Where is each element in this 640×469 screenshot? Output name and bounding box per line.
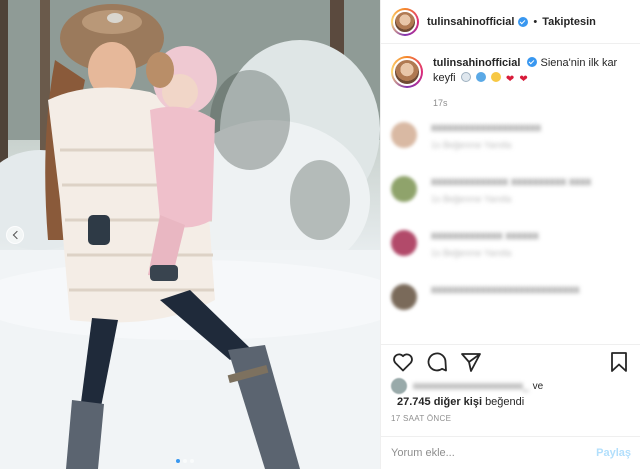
following-button[interactable]: Takiptesin <box>542 16 596 28</box>
carousel-dot <box>176 459 180 463</box>
post-actions-bar <box>381 344 640 378</box>
comment-meta: 1s Beğenme Yanıtla <box>431 140 512 150</box>
snowman-icon <box>460 72 471 82</box>
avatar[interactable] <box>391 284 417 310</box>
caption-time[interactable]: 17s <box>433 98 640 108</box>
carousel-indicator <box>176 459 194 463</box>
likes-count-link[interactable]: 27.745 diğer kişi <box>397 396 482 408</box>
avatar[interactable] <box>391 230 417 256</box>
verified-badge-icon <box>518 16 529 27</box>
share-icon <box>461 352 481 372</box>
comment-username[interactable]: xxxxxxxxxxxxxxxxxxxx <box>431 122 541 134</box>
comment-text: xxxxxx <box>505 230 539 242</box>
post-caption: tulinsahinofficial Siena'nin ilk kar key… <box>381 44 640 88</box>
carousel-dot <box>183 459 187 463</box>
comment-username[interactable]: xxxxxxxxxxxxxx <box>431 176 508 188</box>
username-link[interactable]: tulinsahinofficial <box>427 16 514 28</box>
post-timestamp[interactable]: 17 SAAT ÖNCE <box>391 414 451 423</box>
liker-username[interactable]: xxxxxxxxxxxxxxxxxxxxxx_ <box>413 381 529 392</box>
avatar[interactable] <box>391 7 419 36</box>
likes-suffix: beğendi <box>485 396 525 408</box>
like-button[interactable] <box>391 350 415 374</box>
save-button[interactable] <box>607 350 631 374</box>
likes-summary: xxxxxxxxxxxxxxxxxxxxxx_ ve 27.745 diğer … <box>391 378 631 408</box>
snowflake-icon <box>475 72 486 82</box>
comment-item: xxxxxxxxxxxxx xxxxxx 1s Beğenme Yanıtla <box>381 230 640 270</box>
avatar[interactable] <box>391 176 417 202</box>
comment-button[interactable] <box>425 350 449 374</box>
caption-text-block: tulinsahinofficial Siena'nin ilk kar key… <box>433 56 623 88</box>
comment-icon <box>427 352 447 371</box>
photo-illustration <box>0 0 380 469</box>
caption-username[interactable]: tulinsahinofficial <box>433 57 520 69</box>
comment-item: xxxxxxxxxxxxxxxxxxxx 1s Beğenme Yanıtla <box>381 122 640 162</box>
post-header: tulinsahinofficial • Takiptesin <box>381 0 640 44</box>
likes-and-label: ve <box>532 380 544 392</box>
carousel-prev-button[interactable] <box>6 226 24 244</box>
comment-list: xxxxxxxxxxxxxxxxxxxx 1s Beğenme Yanıtla … <box>381 122 640 324</box>
comment-item: xxxxxxxxxxxxxx xxxxxxxxxx xxxx 1s Beğenm… <box>381 176 640 216</box>
avatar[interactable] <box>391 378 407 394</box>
smiling-face-icon <box>490 72 501 82</box>
post-details-panel: tulinsahinofficial • Takiptesin tulinsah… <box>380 0 640 469</box>
comment-username[interactable]: xxxxxxxxxxxxx <box>431 230 503 242</box>
separator: • <box>533 15 538 28</box>
bookmark-icon <box>611 351 627 372</box>
comment-input[interactable] <box>391 447 597 459</box>
avatar[interactable] <box>391 122 417 148</box>
heart-icon: ❤ <box>519 74 528 85</box>
avatar[interactable] <box>391 56 423 88</box>
post-comment-button[interactable]: Paylaş <box>596 447 631 459</box>
share-button[interactable] <box>459 350 483 374</box>
verified-badge-icon <box>527 57 538 67</box>
carousel-dot <box>190 459 194 463</box>
heart-icon: ❤ <box>505 74 515 85</box>
comment-meta: 1s Beğenme Yanıtla <box>431 248 512 258</box>
post-image[interactable] <box>0 0 380 469</box>
comment-composer: Paylaş <box>381 436 640 469</box>
comment-username[interactable]: xxxxxxxxxxxxxxxxxxxxxxxxxxx <box>431 284 580 296</box>
comment-text: xxxxxxxxxx xxxx <box>511 176 592 188</box>
comment-meta: 1s Beğenme Yanıtla <box>431 194 512 204</box>
heart-icon <box>393 353 413 371</box>
comment-item: xxxxxxxxxxxxxxxxxxxxxxxxxxx <box>381 284 640 324</box>
